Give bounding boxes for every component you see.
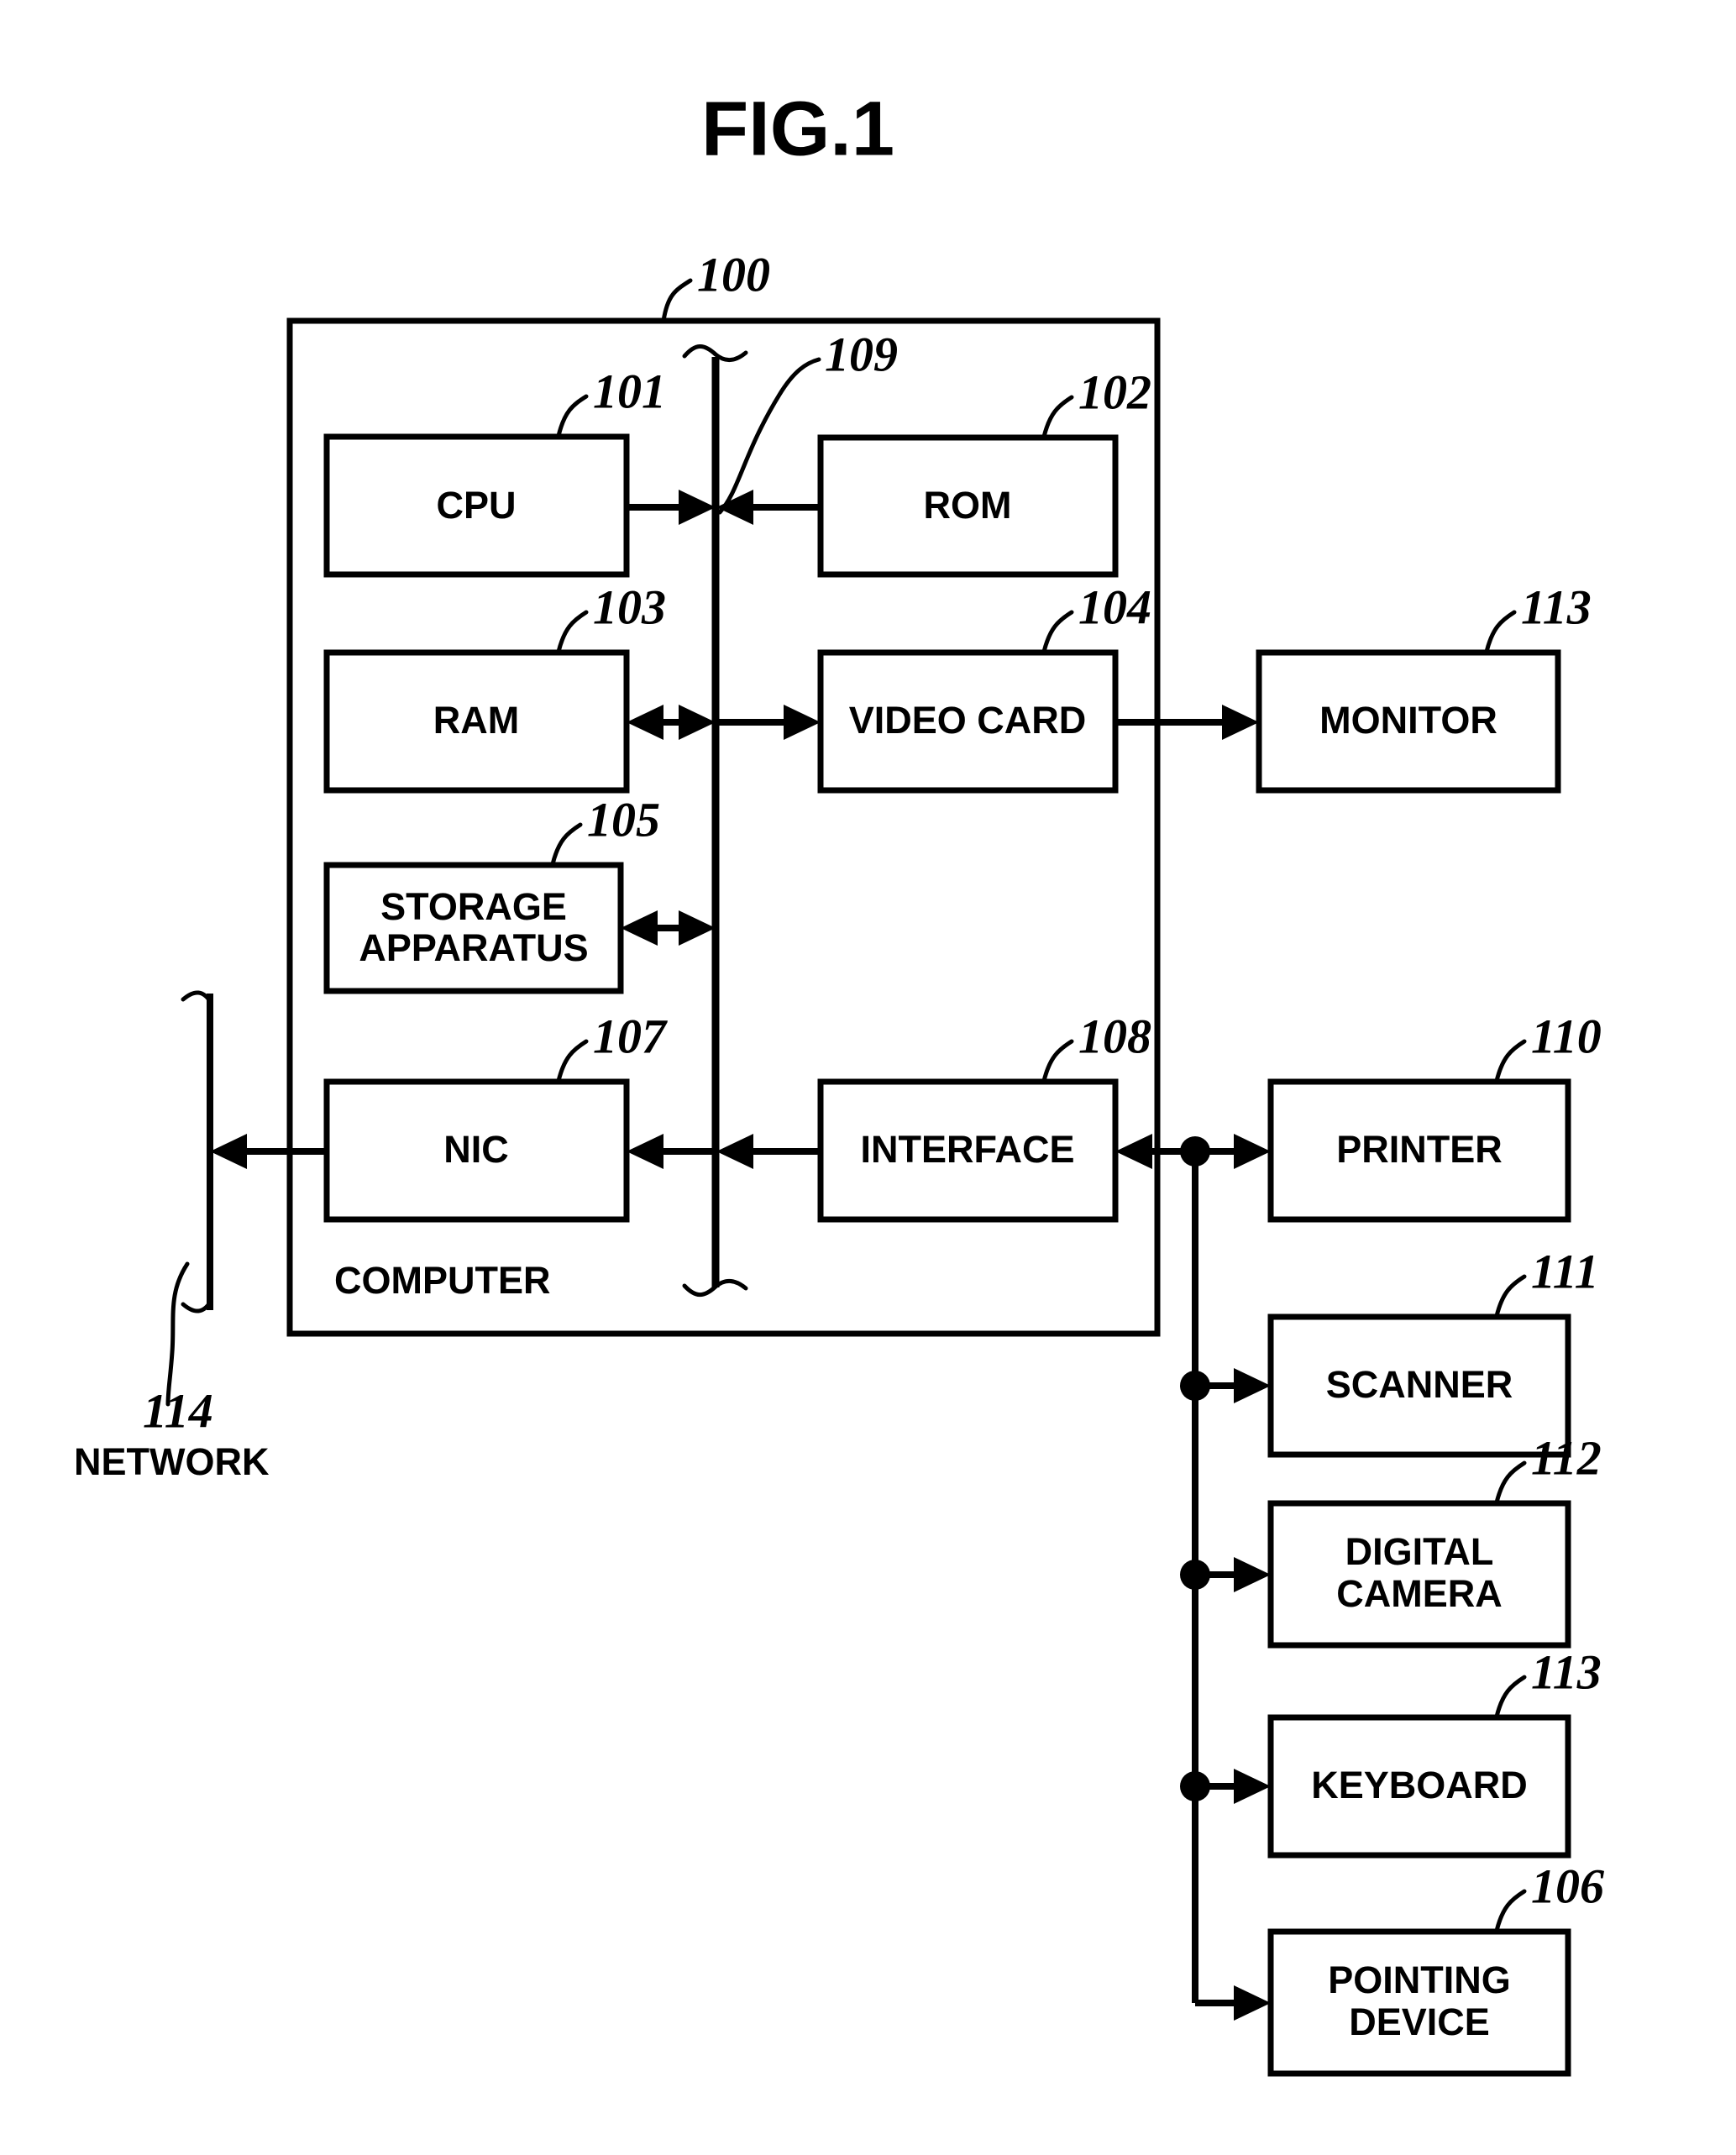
ref-number-storage: 105 [587,792,660,847]
block-rom-label: ROM [924,484,1012,527]
block-digital-camera-label-line2: CAMERA [1336,1572,1503,1615]
arrowhead-video-card-to-monitor [1222,705,1259,740]
block-storage-label-line2: APPARATUS [359,926,588,969]
block-pointing-device-label-line2: DEVICE [1349,2000,1490,2043]
block-interface-label: INTERFACE [860,1128,1074,1171]
ref-leader-104 [1041,610,1074,654]
block-cpu-label: CPU [436,484,516,527]
junction-dot-digital-camera [1180,1560,1210,1590]
ref-number-cpu: 101 [593,364,666,418]
block-monitor-label: MONITOR [1319,699,1497,742]
ref-number-nic: 107 [593,1009,668,1063]
arrowhead-cpu-to-bus [679,490,716,525]
ref-number-monitor: 113 [1521,579,1592,634]
ref-number-bus: 109 [825,327,898,381]
block-nic-label: NIC [443,1128,509,1171]
block-digital-camera-label-line1: DIGITAL [1345,1530,1494,1573]
arrowhead-ram-to-bus [679,705,716,740]
ref-leader-113-monitor [1484,610,1517,654]
block-video-card-label: VIDEO CARD [849,699,1087,742]
arrowhead-storage-to-bus [679,910,716,946]
junction-dot-scanner [1180,1371,1210,1401]
figure-container: FIG.1 100 COMPUTER 109 114 NETWORK CPU 1… [0,0,1736,2155]
ref-leader-105 [550,822,583,867]
arrowhead-bus-to-keyboard [1234,1769,1271,1804]
ref-number-keyboard: 113 [1531,1644,1602,1699]
ref-leader-112 [1494,1460,1527,1505]
ref-leader-102 [1041,395,1074,439]
ref-number-ram: 103 [593,579,666,634]
arrowhead-bus-to-pointing-device [1234,1985,1271,2021]
patent-figure-diagram: FIG.1 100 COMPUTER 109 114 NETWORK CPU 1… [74,86,1604,2077]
ref-leader-107 [556,1039,589,1083]
arrowhead-link-to-printer [1234,1134,1271,1169]
ref-leader-101 [556,394,589,438]
ref-leader-109 [717,357,821,515]
arrowhead-bus-to-nic [627,1134,663,1169]
arrowhead-bus-to-digital-camera [1234,1557,1271,1592]
ref-number-digital-camera: 112 [1531,1430,1602,1485]
junction-dot-printer [1180,1136,1210,1167]
arrowhead-interface-to-bus [716,1134,753,1169]
arrowhead-bus-to-storage [621,910,658,946]
ref-number-video-card: 104 [1078,579,1151,634]
network-label: NETWORK [74,1440,270,1483]
ref-leader-103 [556,610,589,654]
ref-leader-108 [1041,1039,1074,1083]
ref-leader-106 [1494,1889,1527,1933]
ref-number-scanner: 111 [1531,1244,1599,1298]
arrowhead-link-to-interface [1115,1134,1152,1169]
ref-number-pointing-device: 106 [1531,1859,1604,1913]
figure-title: FIG.1 [701,86,894,171]
arrowhead-bus-to-ram [627,705,663,740]
arrowhead-bus-to-video-card [784,705,821,740]
block-storage-label-line1: STORAGE [380,885,567,928]
ref-number-printer: 110 [1531,1009,1602,1063]
block-scanner-label: SCANNER [1326,1363,1513,1406]
arrowhead-bus-to-scanner [1234,1368,1271,1403]
block-pointing-device-label-line1: POINTING [1328,1958,1511,2001]
block-ram-label: RAM [433,699,519,742]
ref-leader-100 [661,278,693,323]
ref-leader-113-keyboard [1494,1675,1527,1719]
ref-number-interface: 108 [1078,1009,1151,1063]
ref-number-rom: 102 [1078,364,1151,419]
block-keyboard-label: KEYBOARD [1311,1764,1528,1806]
arrowhead-rom-to-bus [716,490,753,525]
junction-dot-keyboard [1180,1771,1210,1801]
ref-leader-111 [1494,1274,1527,1319]
ref-number-network: 114 [143,1383,213,1438]
enclosure-label: COMPUTER [334,1259,551,1302]
arrowhead-nic-to-network [210,1134,247,1169]
ref-number-computer: 100 [697,247,770,301]
network-tail-top [181,990,212,1004]
block-printer-label: PRINTER [1336,1128,1503,1171]
ref-leader-110 [1494,1039,1527,1083]
network-tail-bottom [181,1300,212,1313]
